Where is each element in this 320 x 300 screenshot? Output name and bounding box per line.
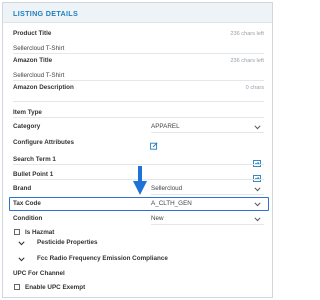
fcc-section[interactable]: Fcc Radio Frequency Emission Compliance (37, 255, 168, 262)
enable-upc-exempt-label: Enable UPC Exempt (25, 284, 86, 291)
condition-select[interactable]: New (151, 215, 164, 222)
tax-code-highlight (9, 197, 269, 211)
panel-header: LISTING DETAILS (3, 3, 272, 23)
chevron-down-icon[interactable] (254, 125, 261, 130)
chevron-down-icon[interactable] (254, 217, 261, 222)
configure-attributes-label: Configure Attributes (13, 139, 74, 146)
bullet-point-label: Bullet Point 1 (13, 171, 54, 178)
product-title-counter: 236 chars left (230, 31, 264, 37)
amazon-title-label: Amazon Title (13, 57, 53, 64)
chevron-down-icon[interactable] (18, 257, 25, 262)
amazon-title-underline (13, 80, 264, 81)
item-type-label: Item Type (13, 109, 42, 116)
category-label: Category (13, 123, 41, 130)
chevron-down-icon[interactable] (18, 241, 25, 246)
edit-icon[interactable] (150, 137, 158, 155)
amazon-description-counter: 0 chars (245, 85, 264, 91)
brand-underline (151, 194, 264, 195)
brand-label: Brand (13, 185, 32, 192)
panel-title: LISTING DETAILS (13, 9, 79, 18)
amazon-description-underline[interactable] (13, 101, 264, 102)
arrow-down-icon (133, 166, 147, 201)
brand-select[interactable]: Sellercloud (151, 185, 182, 192)
condition-underline (151, 224, 264, 225)
enable-upc-exempt-checkbox[interactable] (14, 284, 20, 290)
listing-details-panel: LISTING DETAILS Product Title 236 chars … (2, 2, 273, 298)
product-title-underline (13, 53, 264, 54)
search-term-label: Search Term 1 (13, 156, 56, 163)
is-hazmat-label: Is Hazmat (25, 229, 55, 236)
search-term-underline[interactable] (13, 164, 264, 165)
amazon-description-label: Amazon Description (13, 84, 74, 91)
tax-code-label: Tax Code (13, 200, 41, 207)
amazon-title-counter: 236 chars left (230, 58, 264, 64)
condition-label: Condition (13, 215, 43, 222)
chevron-down-icon[interactable] (254, 187, 261, 192)
amazon-title-input[interactable]: Sellercloud T-Shirt (13, 72, 64, 79)
category-select[interactable]: APPAREL (151, 123, 180, 130)
tax-code-select[interactable]: A_CLTH_GEN (151, 200, 192, 207)
item-type-underline[interactable] (13, 117, 264, 118)
category-underline (151, 132, 264, 133)
product-title-label: Product Title (13, 30, 52, 37)
product-title-input[interactable]: Sellercloud T-Shirt (13, 45, 64, 52)
upc-for-channel-label: UPC For Channel (13, 270, 65, 277)
pesticide-properties-section[interactable]: Pesticide Properties (37, 239, 98, 246)
expand-icon[interactable] (253, 169, 261, 187)
is-hazmat-checkbox[interactable] (14, 229, 20, 235)
chevron-down-icon[interactable] (254, 202, 261, 207)
